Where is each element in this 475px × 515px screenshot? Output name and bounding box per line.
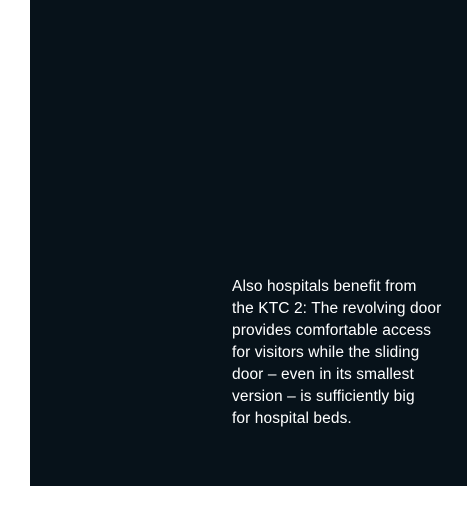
caption-line: Also hospitals benefit from (232, 278, 417, 295)
caption-line: for visitors while the sliding (232, 344, 420, 361)
dark-image-panel: Also hospitals benefit from the KTC 2: T… (30, 0, 467, 486)
caption-line: for hospital beds. (232, 410, 352, 427)
caption-line: provides comfortable access (232, 322, 432, 339)
caption-line: version – is sufficiently big (232, 388, 415, 405)
caption-line: the KTC 2: The revolving door (232, 300, 442, 317)
caption-line: door – even in its smallest (232, 366, 414, 383)
image-caption: Also hospitals benefit from the KTC 2: T… (232, 276, 472, 430)
